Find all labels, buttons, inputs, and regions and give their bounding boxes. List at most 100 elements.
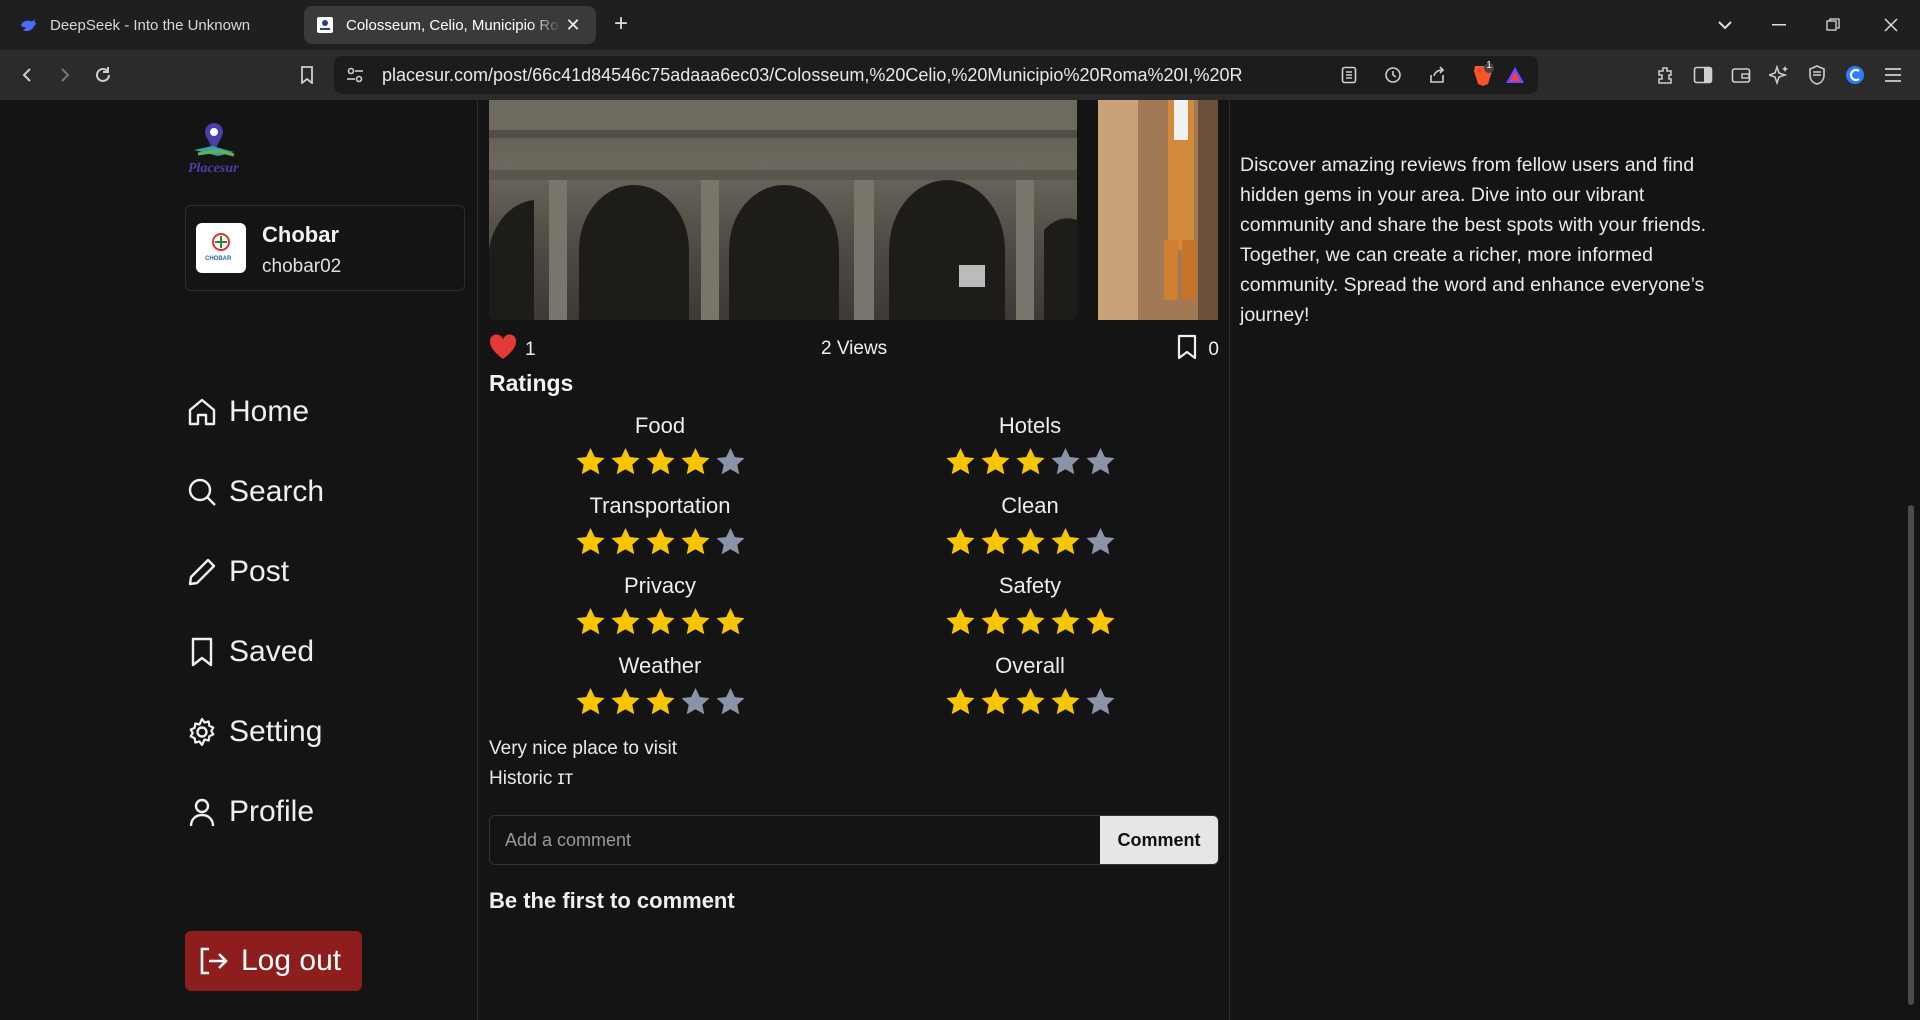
address-bar[interactable]: placesur.com/post/66c41d84546c75adaaa6ec… xyxy=(334,56,1538,94)
sidebar-item-setting[interactable]: Setting xyxy=(185,708,322,756)
rating-weather: Weather xyxy=(560,653,760,718)
avatar-logo-text: CHOBAR xyxy=(205,256,232,262)
tab-title: Colosseum, Celio, Municipio Ro xyxy=(346,16,559,34)
share-icon[interactable] xyxy=(1424,62,1450,88)
profile-extension-icon[interactable] xyxy=(1842,62,1868,88)
menu-icon[interactable] xyxy=(1880,62,1906,88)
star-empty-icon xyxy=(681,688,709,715)
save-button[interactable]: 0 xyxy=(1176,334,1219,366)
star-empty-icon xyxy=(1086,688,1114,715)
star-empty-icon xyxy=(1051,448,1079,475)
sidebar: Placesur CHOBAR Chobar chobar02 Home Sea… xyxy=(0,100,478,1020)
description-text: Very nice place to visit xyxy=(489,738,677,759)
sidebar-item-profile[interactable]: Profile xyxy=(185,788,314,836)
star-filled-icon xyxy=(611,448,639,475)
brave-rewards-icon[interactable] xyxy=(1502,62,1528,88)
minimize-icon[interactable] xyxy=(1752,0,1806,50)
bookmark-icon xyxy=(185,635,219,669)
star-filled-icon xyxy=(646,528,674,555)
save-count: 0 xyxy=(1208,339,1219,360)
star-filled-icon xyxy=(611,688,639,715)
sidebar-toggle-icon[interactable] xyxy=(1690,62,1716,88)
gear-icon xyxy=(185,715,219,749)
restore-icon[interactable] xyxy=(1806,0,1860,50)
rating-stars xyxy=(930,607,1130,638)
rating-label: Transportation xyxy=(589,493,731,518)
tab-title: DeepSeek - Into the Unknown xyxy=(50,16,251,34)
placesur-favicon-icon xyxy=(316,16,334,34)
star-filled-icon xyxy=(646,448,674,475)
rating-stars xyxy=(560,687,760,718)
rating-hotels: Hotels xyxy=(930,413,1130,478)
site-settings-icon[interactable] xyxy=(342,62,368,88)
star-empty-icon xyxy=(716,528,744,555)
star-filled-icon xyxy=(681,608,709,635)
post-description: Very nice place to visit Historic ɪᴛ xyxy=(489,734,677,794)
tab-strip: DeepSeek - Into the Unknown Colosseum, C… xyxy=(0,0,1920,50)
star-filled-icon xyxy=(981,608,1009,635)
reload-icon[interactable] xyxy=(90,62,116,88)
like-button[interactable]: 1 xyxy=(489,334,536,366)
scrollbar[interactable] xyxy=(1908,505,1914,1005)
home-icon xyxy=(185,395,219,429)
rating-label: Hotels xyxy=(998,413,1062,438)
user-card[interactable]: CHOBAR Chobar chobar02 xyxy=(185,205,465,291)
comment-button[interactable]: Comment xyxy=(1100,816,1218,864)
sidebar-item-label: Home xyxy=(229,395,310,428)
sidebar-item-saved[interactable]: Saved xyxy=(185,628,314,676)
close-window-icon[interactable] xyxy=(1864,0,1918,50)
sidebar-item-post[interactable]: Post xyxy=(185,548,289,596)
shield-badge: 1 xyxy=(1486,60,1492,71)
star-filled-icon xyxy=(1051,528,1079,555)
star-empty-icon xyxy=(716,448,744,475)
rating-label: Weather xyxy=(618,653,702,678)
logout-button[interactable]: Log out xyxy=(185,931,362,991)
heart-icon xyxy=(489,334,517,366)
bookmark-icon xyxy=(1176,334,1198,366)
search-icon xyxy=(185,475,219,509)
star-filled-icon xyxy=(716,608,744,635)
view-count: 2 Views xyxy=(821,338,888,359)
star-filled-icon xyxy=(681,448,709,475)
extensions-icon[interactable] xyxy=(1652,62,1678,88)
avatar: CHOBAR xyxy=(196,223,246,273)
comment-input[interactable] xyxy=(490,816,1100,864)
post-image-colosseum[interactable] xyxy=(489,100,1077,320)
new-tab-button[interactable]: + xyxy=(608,12,634,38)
rating-stars xyxy=(930,447,1130,478)
rating-label: Privacy xyxy=(623,573,697,598)
star-filled-icon xyxy=(611,528,639,555)
user-name: Chobar xyxy=(262,222,339,247)
star-filled-icon xyxy=(576,528,604,555)
pencil-icon xyxy=(185,555,219,589)
sidebar-item-search[interactable]: Search xyxy=(185,468,324,516)
browser-toolbar: placesur.com/post/66c41d84546c75adaaa6ec… xyxy=(0,50,1920,100)
logo-text: Placesur xyxy=(188,161,239,176)
rating-stars xyxy=(560,607,760,638)
comment-form: Comment xyxy=(489,815,1219,865)
tab-list-chevron-icon[interactable] xyxy=(1698,0,1752,50)
sidebar-item-label: Profile xyxy=(229,795,315,828)
star-filled-icon xyxy=(981,448,1009,475)
brave-shield-icon[interactable]: 1 xyxy=(1470,60,1496,88)
placesur-logo[interactable]: Placesur xyxy=(186,120,250,178)
leo-ai-icon[interactable] xyxy=(1766,62,1792,88)
forward-icon[interactable] xyxy=(52,62,78,88)
star-filled-icon xyxy=(1086,608,1114,635)
reader-mode-icon[interactable] xyxy=(1336,62,1362,88)
sidebar-item-label: Post xyxy=(229,555,290,588)
back-icon[interactable] xyxy=(14,62,40,88)
user-handle: chobar02 xyxy=(262,256,342,277)
history-icon[interactable] xyxy=(1380,62,1406,88)
wallet-icon[interactable] xyxy=(1728,62,1754,88)
star-filled-icon xyxy=(981,688,1009,715)
rating-food: Food xyxy=(560,413,760,478)
rating-stars xyxy=(560,527,760,558)
tab-colosseum[interactable]: Colosseum, Celio, Municipio Ro ✕ xyxy=(304,6,596,44)
tab-deepseek[interactable]: DeepSeek - Into the Unknown xyxy=(8,6,298,44)
close-tab-icon[interactable]: ✕ xyxy=(562,14,584,36)
bookmark-page-icon[interactable] xyxy=(294,62,320,88)
vpn-shield-icon[interactable] xyxy=(1804,62,1830,88)
post-image-second[interactable] xyxy=(1098,100,1218,320)
sidebar-item-home[interactable]: Home xyxy=(185,388,309,436)
